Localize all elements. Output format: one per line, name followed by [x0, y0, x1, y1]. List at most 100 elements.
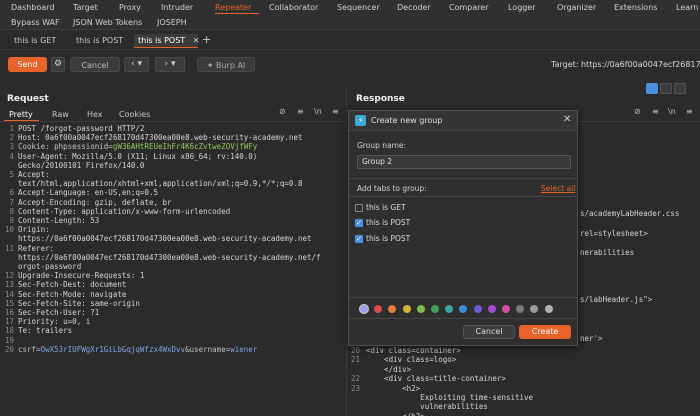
history-back-icon[interactable]: ‹ ▾ — [124, 57, 149, 72]
tab-checkbox-label: this is POST — [366, 234, 411, 243]
response-fragment: rel=stylesheet> — [580, 229, 648, 238]
nav-intruder[interactable]: Intruder — [161, 3, 193, 12]
gear-icon[interactable]: ⚙ — [51, 57, 65, 72]
burp-ai-button[interactable]: ✦ Burp AI — [197, 57, 255, 72]
repeater-tab-active[interactable]: this is POST ✕ — [134, 34, 200, 48]
request-line: Host: 0a6f00a0047ecf268170d47300ea00e8.w… — [18, 133, 303, 143]
request-line: Sec-Fetch-User: ?1 — [18, 308, 100, 317]
tab-cookies[interactable]: Cookies — [119, 110, 150, 119]
single-view-icon[interactable] — [674, 83, 686, 94]
wrap-icon[interactable]: ≡ — [652, 107, 659, 116]
newline-icon[interactable]: \n — [314, 107, 322, 116]
hide-icon[interactable]: ⊘ — [279, 107, 286, 116]
repeater-tab[interactable]: this is POST — [72, 34, 127, 48]
request-line: text/html,application/xhtml+xml,applicat… — [18, 179, 303, 189]
send-button[interactable]: Send — [8, 57, 47, 72]
color-swatch[interactable] — [544, 305, 553, 313]
line-number: 21 — [350, 355, 360, 365]
request-line: Referer: — [18, 243, 55, 253]
color-swatch[interactable] — [431, 305, 439, 313]
cancel-request-button[interactable]: Cancel — [70, 57, 120, 72]
burp-logo-icon: ⚡ — [355, 115, 366, 126]
nav-collaborator[interactable]: Collaborator — [269, 3, 318, 12]
line-number: 18 — [4, 326, 14, 336]
param-value: gW36AHtREUeIhFr4K6cZvtweZOVjfWFy — [112, 142, 258, 152]
request-line: https://0a6f00a0047ecf268170d47300ea00e8… — [18, 252, 321, 262]
nav-ext-joseph[interactable]: JOSEPH — [157, 18, 187, 27]
line-number: 4 — [9, 151, 14, 161]
nav-dashboard[interactable]: Dashboard — [11, 3, 54, 12]
line-number: 2 — [9, 133, 14, 143]
split-view-icon[interactable] — [646, 83, 658, 94]
nav-decoder[interactable]: Decoder — [397, 3, 431, 12]
dialog-title: Create new group — [371, 116, 443, 125]
tab-hex[interactable]: Hex — [87, 110, 103, 119]
request-line: Accept-Language: en-US,en;q=0.5 — [18, 188, 158, 198]
wrap-icon[interactable]: ≡ — [297, 107, 304, 116]
nav-target[interactable]: Target — [73, 3, 98, 12]
tab-checkbox[interactable]: ✓ — [355, 235, 363, 243]
response-line: Exploiting time-sensitive — [366, 393, 534, 402]
line-number: 17 — [4, 317, 14, 327]
request-line: User-Agent: Mozilla/5.0 (X11; Linux x86_… — [18, 151, 258, 161]
nav-extensions[interactable]: Extensions — [614, 3, 657, 12]
line-number: 7 — [9, 197, 14, 207]
request-line: Te: trailers — [18, 326, 73, 336]
response-line: <div class=title-container> — [366, 374, 506, 384]
param-value: OwX53rIUFWgXr1GiLbGqjqWfzx4WxDvv — [40, 344, 186, 354]
response-line: <div class=container> — [366, 346, 461, 355]
create-button[interactable]: Create — [519, 325, 571, 339]
nav-sequencer[interactable]: Sequencer — [337, 3, 380, 12]
repeater-tab[interactable]: this is GET — [10, 34, 60, 48]
tab-raw[interactable]: Raw — [52, 110, 69, 119]
color-swatch[interactable] — [402, 305, 411, 313]
color-swatch[interactable] — [487, 305, 496, 313]
close-icon[interactable]: ✕ — [563, 114, 571, 125]
tab-checkbox-label: this is POST — [366, 218, 411, 227]
color-swatch[interactable] — [360, 305, 368, 313]
line-number: 11 — [4, 243, 14, 253]
group-name-input[interactable]: Group 2 — [357, 155, 571, 169]
sparkle-icon: ✦ — [206, 61, 216, 70]
tab-checkbox[interactable] — [355, 204, 363, 212]
burp-ai-label: Burp AI — [215, 61, 246, 70]
menu-icon[interactable]: ≡ — [686, 107, 693, 116]
request-line: Upgrade-Insecure-Requests: 1 — [18, 271, 145, 281]
line-number: 23 — [350, 383, 360, 393]
newline-icon[interactable]: \n — [668, 107, 676, 116]
cancel-button[interactable]: Cancel — [463, 325, 515, 339]
response-line: </div> — [366, 364, 412, 374]
nav-comparer[interactable]: Comparer — [449, 3, 489, 12]
color-swatch[interactable] — [416, 305, 425, 313]
color-swatch[interactable] — [502, 305, 510, 313]
menu-icon[interactable]: ≡ — [332, 107, 339, 116]
param-key: &username= — [185, 344, 231, 354]
nav-repeater[interactable]: Repeater — [215, 3, 251, 12]
tab-pretty[interactable]: Pretty — [9, 110, 33, 119]
request-line: Accept: — [18, 170, 50, 179]
nav-ext-bypass-waf[interactable]: Bypass WAF — [11, 18, 60, 27]
line-number: 1 — [9, 124, 14, 133]
dialog-divider — [349, 196, 577, 197]
response-line: </h2> — [366, 412, 425, 416]
line-number: 20 — [350, 346, 360, 355]
nav-learn[interactable]: Learn — [676, 3, 698, 12]
add-tab-icon[interactable]: + — [202, 33, 211, 46]
nav-ext-json-web-tokens[interactable]: JSON Web Tokens — [73, 18, 142, 27]
line-number: 15 — [4, 298, 14, 308]
color-swatch[interactable] — [473, 305, 482, 313]
nav-proxy[interactable]: Proxy — [119, 3, 141, 12]
history-forward-icon[interactable]: › ▾ — [155, 57, 185, 72]
response-fragment: s/academyLabHeader.css — [580, 209, 680, 218]
tab-checkbox[interactable]: ✓ — [355, 219, 363, 227]
nav-organizer[interactable]: Organizer — [557, 3, 596, 12]
close-tab-icon[interactable]: ✕ — [193, 36, 200, 45]
select-all-link[interactable]: Select all — [541, 184, 575, 193]
tab-checkbox-label: this is GET — [366, 203, 406, 212]
nav-logger[interactable]: Logger — [508, 3, 536, 12]
target-url: Target: https://0a6f00a0047ecf268170d473… — [551, 60, 700, 69]
response-line: vulnerabilities — [366, 402, 488, 412]
horizontal-view-icon[interactable] — [660, 83, 672, 94]
response-line: <h2> — [366, 383, 421, 393]
hide-icon[interactable]: ⊘ — [634, 107, 641, 116]
